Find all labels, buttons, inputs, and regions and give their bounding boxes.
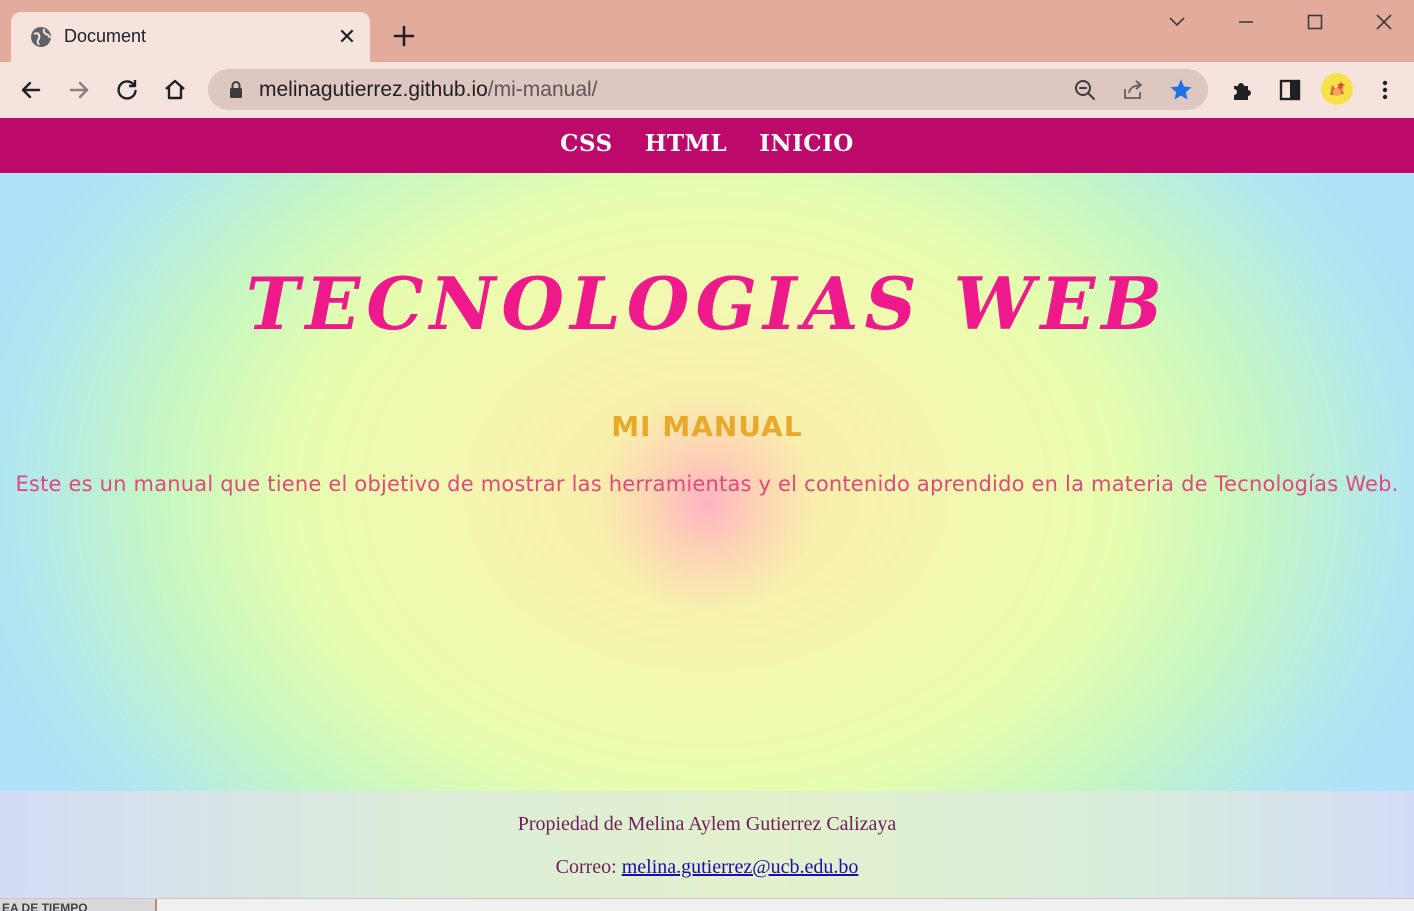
page-description: Este es un manual que tiene el objetivo … (15, 472, 1399, 496)
home-icon[interactable] (161, 76, 189, 104)
zoom-icon[interactable] (1072, 77, 1098, 103)
footer-email-link[interactable]: melina.gutierrez@ucb.edu.bo (622, 856, 859, 878)
reload-icon[interactable] (113, 76, 141, 104)
extensions-icon[interactable] (1228, 76, 1256, 104)
url-host: melinagutierrez.github.io (259, 78, 488, 101)
footer-email-label: Correo: (555, 856, 617, 878)
nav-link-inicio[interactable]: INICIO (759, 130, 854, 157)
footer-owner: Propiedad de Melina Aylem Gutierrez Cali… (517, 813, 897, 835)
address-url[interactable]: melinagutierrez.github.io/mi-manual/ (259, 78, 598, 102)
bookmark-star-icon[interactable] (1168, 77, 1194, 103)
browser-toolbar: melinagutierrez.github.io/mi-manual/ (0, 62, 1414, 118)
background-window-strip: EA DE TIEMPO (0, 898, 1414, 911)
globe-icon (31, 27, 51, 47)
footer-contact: Correo: melina.gutierrez@ucb.edu.bo (0, 856, 1414, 879)
site-nav: CSS HTML INICIO (0, 118, 1414, 173)
lock-icon[interactable] (227, 80, 245, 100)
tab-close-icon[interactable]: ✕ (335, 25, 359, 49)
hero-section: TECNOLOGIAS WEB MI MANUAL Este es un man… (0, 173, 1414, 791)
back-icon[interactable] (17, 76, 45, 104)
close-icon[interactable] (1370, 8, 1398, 36)
nav-links: CSS HTML INICIO (0, 130, 1414, 157)
side-panel-icon[interactable] (1276, 76, 1304, 104)
page-title: TECNOLOGIAS WEB (245, 261, 1169, 346)
menu-icon[interactable] (1371, 76, 1399, 104)
chevron-down-icon[interactable] (1163, 8, 1191, 36)
maximize-icon[interactable] (1301, 8, 1329, 36)
tab-title: Document (64, 26, 147, 46)
url-path: /mi-manual/ (487, 78, 598, 101)
plus-icon[interactable] (390, 22, 418, 50)
browser-tab[interactable]: Document ✕ (11, 12, 370, 63)
nav-link-html[interactable]: HTML (645, 130, 727, 157)
share-icon[interactable] (1120, 77, 1146, 103)
fox-avatar-icon (1330, 81, 1345, 96)
minimize-icon[interactable] (1232, 8, 1260, 36)
page-subtitle: MI MANUAL (611, 410, 803, 443)
browser-titlebar: Document ✕ (0, 0, 1414, 63)
background-window-tab[interactable]: EA DE TIEMPO (0, 899, 157, 911)
profile-avatar[interactable] (1321, 73, 1353, 105)
forward-icon[interactable] (65, 76, 93, 104)
address-bar[interactable]: melinagutierrez.github.io/mi-manual/ (208, 69, 1208, 110)
nav-link-css[interactable]: CSS (560, 130, 613, 157)
site-footer: Propiedad de Melina Aylem Gutierrez Cali… (0, 791, 1414, 898)
